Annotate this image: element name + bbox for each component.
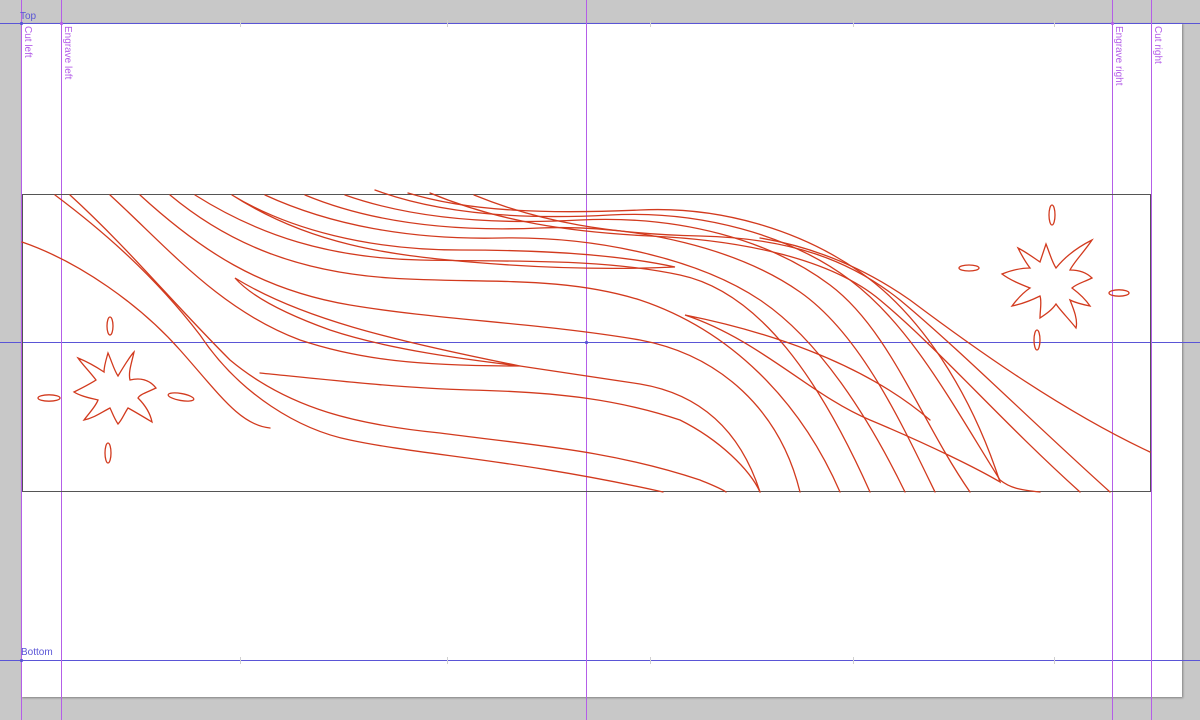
artboard [21, 23, 1182, 697]
guide-label-cut-right: Cut right [1152, 26, 1163, 64]
guide-anchor-center [584, 340, 589, 345]
guide-label-top: Top [20, 11, 37, 22]
guide-label-bottom: Bottom [21, 647, 53, 658]
guide-anchor-engrave-right [1110, 21, 1115, 26]
guide-label-engrave-left: Engrave left [62, 26, 73, 80]
guide-anchor-engrave-left [59, 21, 64, 26]
guide-anchor-bottom-left [19, 658, 24, 663]
guide-label-engrave-right: Engrave right [1113, 26, 1124, 86]
guide-anchor-top-left [19, 21, 24, 26]
guide-label-cut-left: Cut left [22, 26, 33, 58]
